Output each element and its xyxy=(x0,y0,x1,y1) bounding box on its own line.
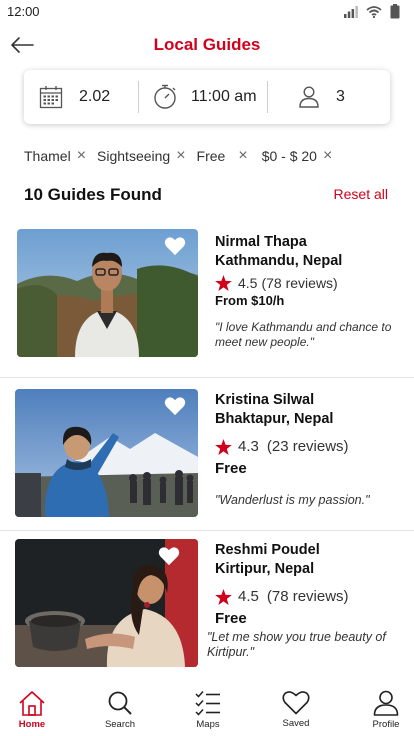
tab-label: Search xyxy=(104,719,136,730)
home-icon xyxy=(19,691,45,716)
guide-photo[interactable] xyxy=(17,229,198,357)
guide-photo[interactable] xyxy=(15,389,198,517)
checklist-icon xyxy=(195,690,220,716)
timer-icon xyxy=(154,84,176,109)
divider xyxy=(0,530,414,531)
review-count: (78 reviews) xyxy=(261,275,338,291)
guide-quote: "Wanderlust is my passion." xyxy=(215,493,370,507)
tab-label: Home xyxy=(18,719,46,730)
tab-maps[interactable]: Maps xyxy=(178,690,238,730)
filter-chip: Thamel × xyxy=(24,148,86,165)
tab-label: Profile xyxy=(372,719,400,730)
rating-value: 4.3 xyxy=(238,438,259,455)
guide-rating: 4.5 (78 reviews) xyxy=(215,275,400,291)
status-bar: 12:00 xyxy=(0,0,414,24)
guide-name: Nirmal Thapa xyxy=(215,234,307,250)
review-count: (78 reviews) xyxy=(266,588,349,605)
signal-icon xyxy=(344,5,358,18)
results-count: 10 Guides Found xyxy=(24,185,162,204)
guests-field[interactable]: 3 xyxy=(268,70,388,124)
search-summary-card: 2.02 11:00 am 3 xyxy=(24,70,390,124)
guide-name: Kristina Silwal xyxy=(215,392,315,408)
tab-profile[interactable]: Profile xyxy=(356,690,414,730)
time-value: 11:00 am xyxy=(191,88,257,105)
filter-chip-label: Sightseeing xyxy=(97,148,171,164)
remove-filter-icon[interactable]: × xyxy=(176,148,185,164)
filter-chip: Free × xyxy=(196,148,248,165)
tab-search[interactable]: Search xyxy=(90,690,150,730)
wifi-icon xyxy=(366,5,382,18)
filter-chips: Thamel × Sightseeing × Free × $0 - $ 20 … xyxy=(24,148,343,165)
guide-name: Reshmi Poudel xyxy=(215,542,320,558)
remove-filter-icon[interactable]: × xyxy=(77,148,86,164)
tab-home[interactable]: Home xyxy=(2,690,62,730)
status-time: 12:00 xyxy=(7,4,40,19)
guests-value: 3 xyxy=(336,88,345,105)
guide-price: From $10/h xyxy=(215,293,285,308)
star-icon xyxy=(215,438,232,455)
favorite-heart-icon[interactable] xyxy=(164,236,186,256)
header: Local Guides xyxy=(0,30,414,60)
tab-label: Saved xyxy=(282,718,310,729)
review-count: (23 reviews) xyxy=(266,438,349,455)
person-icon xyxy=(299,86,319,108)
rating-value: 4.5 xyxy=(238,275,258,291)
guide-info: Reshmi Poudel Kirtipur, Nepal 4.5 (78 re… xyxy=(207,541,407,660)
filter-chip-label: $0 - $ 20 xyxy=(261,148,317,164)
search-icon xyxy=(108,691,132,715)
guide-location: Kirtipur, Nepal xyxy=(215,561,315,577)
star-icon xyxy=(215,588,232,605)
guide-info: Kristina Silwal Bhaktapur, Nepal 4.3 (23… xyxy=(215,391,400,508)
guide-price: Free xyxy=(215,610,247,627)
date-value: 2.02 xyxy=(79,88,111,105)
rating-value: 4.5 xyxy=(238,588,259,605)
filter-chip: $0 - $ 20 × xyxy=(261,148,333,165)
star-icon xyxy=(215,275,232,291)
guide-rating: 4.5 (78 reviews) xyxy=(215,588,407,605)
guide-info: Nirmal Thapa Kathmandu, Nepal 4.5 (78 re… xyxy=(215,233,400,350)
calendar-icon xyxy=(39,86,63,109)
status-icons xyxy=(344,4,400,19)
filter-chip: Sightseeing × xyxy=(97,148,186,165)
guide-quote: "Let me show you true beauty of Kirtipur… xyxy=(207,630,386,659)
divider xyxy=(0,377,414,378)
bottom-tab-bar: Home Search Maps Saved Profile xyxy=(0,684,414,736)
date-field[interactable]: 2.02 xyxy=(24,70,138,124)
battery-icon xyxy=(390,4,400,19)
tab-label: Maps xyxy=(196,719,220,730)
guide-quote: "I love Kathmandu and chance to meet new… xyxy=(215,320,392,349)
tab-saved[interactable]: Saved xyxy=(266,690,326,729)
filter-chip-label: Thamel xyxy=(24,148,71,164)
guide-rating: 4.3 (23 reviews) xyxy=(215,438,400,455)
time-field[interactable]: 11:00 am xyxy=(139,70,267,124)
page-title: Local Guides xyxy=(153,35,261,54)
favorite-heart-icon[interactable] xyxy=(158,546,180,566)
remove-filter-icon[interactable]: × xyxy=(323,148,332,164)
guide-price: Free xyxy=(215,460,247,477)
guide-photo[interactable] xyxy=(15,539,198,667)
reset-all-link[interactable]: Reset all xyxy=(334,186,388,202)
user-icon xyxy=(373,690,399,716)
guide-location: Kathmandu, Nepal xyxy=(215,253,343,269)
filter-chip-label: Free xyxy=(196,148,226,164)
favorite-heart-icon[interactable] xyxy=(164,396,186,416)
remove-filter-icon[interactable]: × xyxy=(238,148,247,164)
guide-location: Bhaktapur, Nepal xyxy=(215,411,334,427)
heart-icon xyxy=(282,691,310,715)
